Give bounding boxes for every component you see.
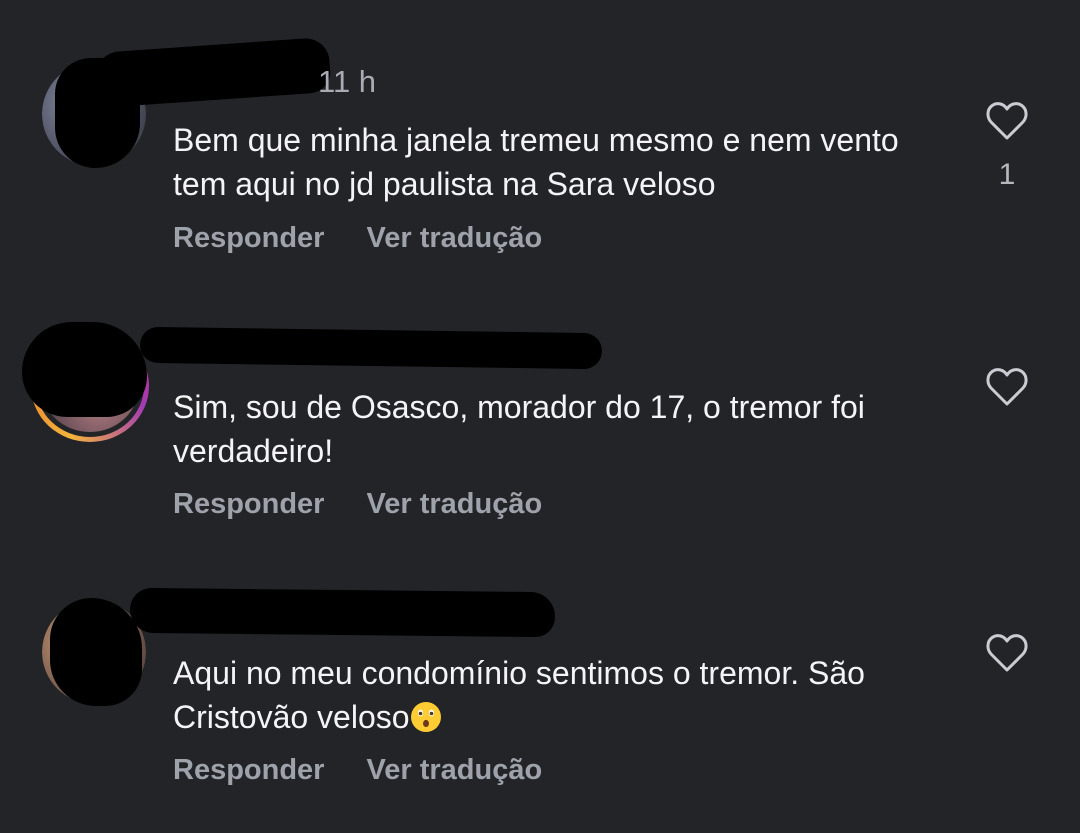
- redacted-username-2: [139, 326, 603, 370]
- hushed-face-emoji: [410, 702, 441, 732]
- comment-text-content: Aqui no meu condomínio sentimos o tremor…: [173, 655, 865, 735]
- redacted-avatar-3: [50, 598, 142, 706]
- translate-button[interactable]: Ver tradução: [366, 754, 542, 787]
- comment-timestamp: 11 h: [318, 64, 377, 99]
- comment-actions: Responder Ver tradução: [173, 222, 542, 255]
- comment-text: Bem que minha janela tremeu mesmo e nem …: [173, 122, 899, 202]
- comment-actions: Responder Ver tradução: [173, 754, 542, 787]
- comment-text: Aqui no meu condomínio sentimos o tremor…: [173, 651, 933, 739]
- heart-outline-icon[interactable]: [985, 633, 1029, 673]
- translate-button[interactable]: Ver tradução: [366, 222, 542, 255]
- reply-button[interactable]: Responder: [173, 488, 324, 521]
- reply-button[interactable]: Responder: [173, 222, 324, 255]
- heart-outline-icon[interactable]: [985, 101, 1029, 141]
- redacted-username-1b: [93, 36, 332, 109]
- reply-button[interactable]: Responder: [173, 754, 324, 787]
- like-count: 1: [998, 158, 1016, 191]
- redacted-username-3: [129, 587, 556, 638]
- redacted-avatar-2: [22, 322, 147, 417]
- translate-button[interactable]: Ver tradução: [366, 488, 542, 521]
- heart-outline-icon[interactable]: [985, 367, 1029, 407]
- comment-actions: Responder Ver tradução: [173, 488, 542, 521]
- comment-text: Sim, sou de Osasco, morador do 17, o tre…: [173, 389, 865, 469]
